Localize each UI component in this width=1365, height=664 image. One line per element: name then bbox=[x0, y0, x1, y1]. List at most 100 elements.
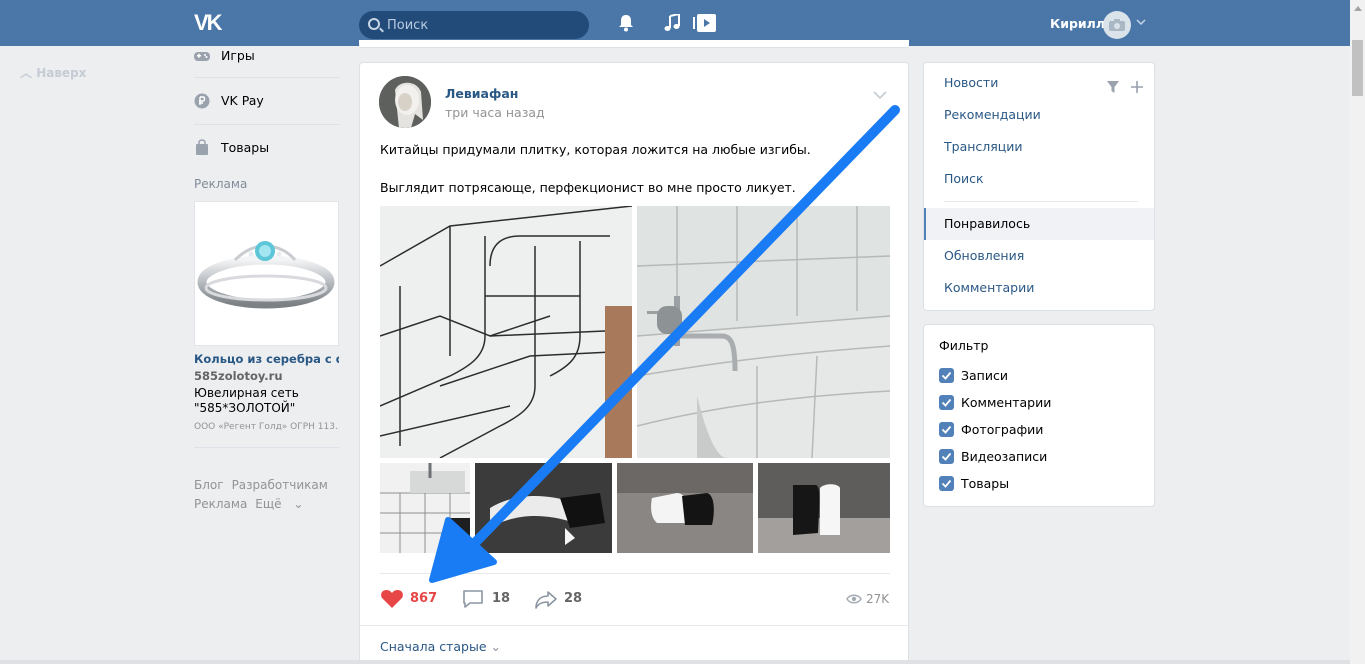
filter-label-videos: Видеозаписи bbox=[961, 449, 1048, 464]
user-avatar[interactable] bbox=[1103, 11, 1131, 39]
filter-title: Фильтр bbox=[939, 338, 989, 353]
ad-description[interactable]: Ювелирная сеть "585*ЗОЛОТОЙ" bbox=[194, 386, 339, 416]
tile-photo-4 bbox=[475, 463, 612, 553]
checkbox-checked-icon bbox=[939, 395, 954, 410]
footer-link-blog[interactable]: Блог bbox=[194, 478, 224, 492]
divider bbox=[360, 625, 908, 626]
filter-checkbox-videos[interactable]: Видеозаписи bbox=[939, 449, 1139, 465]
ring-image bbox=[197, 241, 335, 309]
tile-photo-2 bbox=[637, 206, 890, 458]
eye-icon bbox=[846, 594, 862, 604]
user-name[interactable]: Кирилл bbox=[1050, 16, 1105, 31]
feed-nav-item-comments[interactable]: Комментарии bbox=[924, 272, 1154, 304]
comment-icon bbox=[463, 590, 483, 608]
search-box[interactable] bbox=[359, 11, 589, 39]
feed-nav-label-search: Поиск bbox=[944, 171, 984, 186]
checkbox-checked-icon bbox=[939, 368, 954, 383]
filter-checkbox-photos[interactable]: Фотографии bbox=[939, 422, 1139, 438]
post-card: Левиафан три часа назад Китайцы придумал… bbox=[359, 62, 909, 664]
feed-nav-item-news[interactable]: Новости bbox=[924, 67, 1154, 99]
feed-nav-label-liked: Понравилось bbox=[944, 216, 1031, 231]
chevron-up-icon: ︿ bbox=[20, 66, 37, 80]
like-count: 867 bbox=[410, 591, 438, 606]
search-icon bbox=[368, 18, 380, 30]
scroll-up-arrow[interactable] bbox=[1354, 6, 1362, 11]
chevron-down-icon[interactable] bbox=[1136, 18, 1146, 26]
feed-nav-item-liked[interactable]: Понравилось bbox=[924, 208, 1154, 240]
heart-icon bbox=[381, 590, 403, 608]
ad-legal: ООО «Регент Голд» ОГРН 113... bbox=[194, 422, 339, 432]
footer-more-label: Ещё bbox=[255, 497, 282, 511]
share-button[interactable]: 28 bbox=[534, 588, 584, 610]
ads-title: Реклама bbox=[194, 177, 248, 191]
filter-checkbox-goods[interactable]: Товары bbox=[939, 476, 1139, 492]
ad-domain[interactable]: 585zolotoy.ru bbox=[194, 369, 283, 383]
tile-photo-1 bbox=[380, 206, 632, 458]
author-avatar-image bbox=[379, 76, 431, 128]
feed-nav-label-news: Новости bbox=[944, 75, 999, 90]
post-photo-2[interactable] bbox=[637, 206, 890, 458]
left-menu-item-games[interactable]: Игры bbox=[194, 44, 340, 78]
comments-sort-link[interactable]: Сначала старые ⌄ bbox=[380, 639, 501, 654]
feed-nav-item-recommendations[interactable]: Рекомендации bbox=[924, 99, 1154, 131]
previous-post-bottom bbox=[359, 40, 909, 48]
search-input[interactable] bbox=[387, 11, 577, 39]
post-photo-3[interactable] bbox=[380, 463, 470, 553]
left-menu-item-vkpay[interactable]: VK Pay bbox=[194, 78, 340, 125]
feed-nav-label-recommendations: Рекомендации bbox=[944, 107, 1041, 122]
post-photo-5[interactable] bbox=[617, 463, 753, 553]
like-button[interactable]: 867 bbox=[380, 588, 440, 610]
video-play-icon[interactable] bbox=[693, 13, 717, 33]
post-author-avatar[interactable] bbox=[379, 76, 431, 128]
scroll-thumb[interactable] bbox=[1352, 40, 1363, 96]
scrollbar[interactable] bbox=[1350, 0, 1365, 664]
comments-sort-label: Сначала старые bbox=[380, 639, 487, 654]
filter-label-posts: Записи bbox=[961, 368, 1008, 383]
gamepad-icon bbox=[194, 52, 210, 61]
ad-title[interactable]: Кольцо из серебра с фи... bbox=[194, 352, 339, 366]
back-to-top-label: Наверх bbox=[36, 66, 87, 80]
left-menu: Игры VK Pay Товары bbox=[194, 44, 340, 172]
feed-nav-item-updates[interactable]: Обновления bbox=[924, 240, 1154, 272]
post-timestamp[interactable]: три часа назад bbox=[445, 105, 545, 120]
bell-icon[interactable] bbox=[617, 14, 635, 32]
left-menu-item-goods[interactable]: Товары bbox=[194, 125, 340, 172]
post-author-name[interactable]: Левиафан bbox=[445, 86, 518, 101]
footer-link-dev[interactable]: Разработчикам bbox=[232, 478, 328, 492]
post-text-line-1: Китайцы придумали плитку, которая ложитс… bbox=[380, 142, 811, 157]
shopping-bag-icon bbox=[196, 139, 208, 155]
tile-photo-5 bbox=[617, 463, 753, 553]
share-icon bbox=[535, 591, 557, 609]
filter-icon[interactable] bbox=[1107, 81, 1119, 93]
ad-image[interactable] bbox=[194, 201, 339, 346]
footer-link-ads[interactable]: Реклама bbox=[194, 497, 247, 511]
post-photo-1[interactable] bbox=[380, 206, 632, 458]
taskbar-edge bbox=[0, 660, 1350, 664]
post-photo-6[interactable] bbox=[758, 463, 890, 553]
feed-nav: Новости Рекомендации Трансляции Поиск По… bbox=[923, 62, 1155, 311]
filter-label-photos: Фотографии bbox=[961, 422, 1044, 437]
back-to-top[interactable]: ︿ Наверх bbox=[20, 64, 86, 81]
filter-checkbox-comments[interactable]: Комментарии bbox=[939, 395, 1139, 411]
views-count: 27K bbox=[866, 592, 890, 606]
comment-count: 18 bbox=[492, 591, 511, 606]
chevron-down-icon[interactable] bbox=[872, 90, 888, 100]
divider bbox=[194, 447, 339, 448]
divider bbox=[944, 201, 1138, 202]
left-menu-label-goods: Товары bbox=[221, 140, 270, 155]
feed-nav-label-updates: Обновления bbox=[944, 248, 1025, 263]
tile-photo-3 bbox=[380, 463, 470, 553]
footer-link-more[interactable]: Ещё ⌄ bbox=[255, 497, 303, 511]
camera-icon bbox=[1109, 19, 1125, 31]
vk-logo[interactable]: VK bbox=[194, 12, 228, 34]
plus-icon[interactable] bbox=[1130, 80, 1144, 94]
feed-nav-item-broadcasts[interactable]: Трансляции bbox=[924, 131, 1154, 163]
checkbox-checked-icon bbox=[939, 476, 954, 491]
filter-label-goods: Товары bbox=[961, 476, 1010, 491]
comment-button[interactable]: 18 bbox=[462, 588, 512, 610]
filter-checkbox-posts[interactable]: Записи bbox=[939, 368, 1139, 384]
post-photo-4[interactable] bbox=[475, 463, 612, 553]
feed-nav-label-comments: Комментарии bbox=[944, 280, 1035, 295]
music-note-icon[interactable] bbox=[663, 14, 681, 32]
feed-nav-item-search[interactable]: Поиск bbox=[924, 163, 1154, 195]
